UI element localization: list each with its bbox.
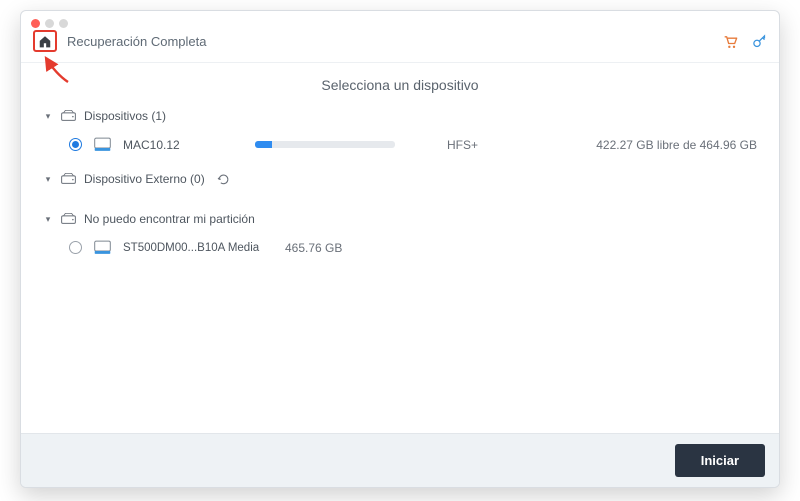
section-external-label: Dispositivo Externo (0) — [84, 172, 205, 186]
section-lost-partition[interactable]: ▾ No puedo encontrar mi partición — [43, 206, 757, 232]
media-row[interactable]: ST500DM00...B10A Media 465.76 GB — [43, 232, 757, 261]
section-lost-label: No puedo encontrar mi partición — [84, 212, 255, 226]
key-icon[interactable] — [752, 34, 767, 49]
section-devices-label: Dispositivos (1) — [84, 109, 166, 123]
device-free-space: 422.27 GB libre de 464.96 GB — [596, 138, 757, 152]
close-window-dot[interactable] — [31, 19, 40, 28]
device-filesystem: HFS+ — [447, 138, 547, 152]
chevron-down-icon: ▾ — [43, 174, 53, 185]
hdd-icon — [61, 110, 76, 122]
usage-bar-fill — [255, 141, 272, 148]
page-subtitle: Selecciona un dispositivo — [21, 63, 779, 103]
radio-selected[interactable] — [69, 138, 82, 151]
drive-icon — [94, 240, 111, 255]
refresh-icon[interactable] — [217, 173, 230, 186]
media-size: 465.76 GB — [285, 241, 342, 255]
breadcrumb-title: Recuperación Completa — [67, 34, 722, 49]
chevron-down-icon: ▾ — [43, 214, 53, 225]
home-icon — [38, 35, 52, 48]
window-controls — [21, 11, 779, 28]
minimize-window-dot[interactable] — [45, 19, 54, 28]
header-bar: Recuperación Completa — [21, 28, 779, 63]
device-name: MAC10.12 — [123, 138, 243, 152]
section-devices[interactable]: ▾ Dispositivos (1) — [43, 103, 757, 129]
cart-icon[interactable] — [722, 34, 738, 49]
app-window: Recuperación Completa Selecciona un disp… — [20, 10, 780, 488]
hdd-icon — [61, 213, 76, 225]
zoom-window-dot[interactable] — [59, 19, 68, 28]
hdd-icon — [61, 173, 76, 185]
footer-bar: Iniciar — [21, 433, 779, 487]
media-name: ST500DM00...B10A Media — [123, 242, 273, 254]
device-row[interactable]: MAC10.12 HFS+ 422.27 GB libre de 464.96 … — [43, 129, 757, 166]
device-list: ▾ Dispositivos (1) MAC10.12 HFS+ 422.27 … — [21, 103, 779, 433]
start-button[interactable]: Iniciar — [675, 444, 765, 477]
radio-unselected[interactable] — [69, 241, 82, 254]
section-external[interactable]: ▾ Dispositivo Externo (0) — [43, 166, 757, 192]
chevron-down-icon: ▾ — [43, 111, 53, 122]
drive-icon — [94, 137, 111, 152]
usage-bar — [255, 141, 395, 148]
home-button[interactable] — [33, 30, 57, 52]
